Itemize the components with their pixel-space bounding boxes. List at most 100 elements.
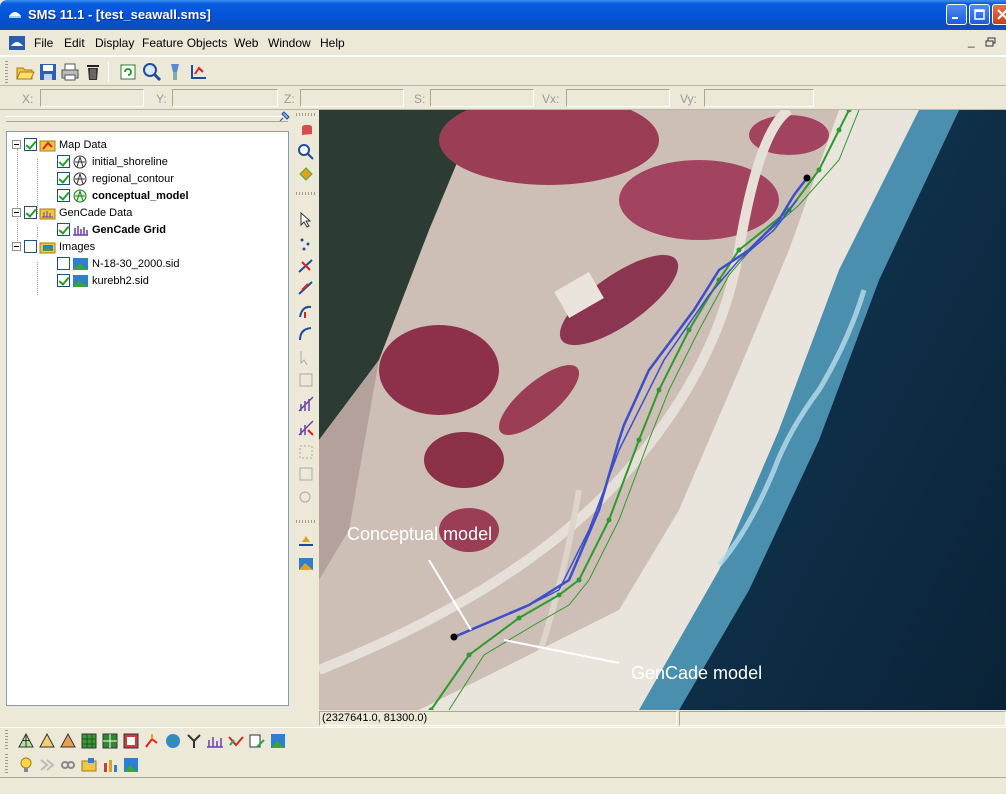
tree-node-initial-shoreline[interactable]: initial_shoreline xyxy=(57,153,168,170)
1d-grid-module-icon[interactable] xyxy=(205,731,225,751)
annotation-module-icon[interactable] xyxy=(247,731,267,751)
save-icon[interactable] xyxy=(37,61,59,83)
cartesian-grid-icon[interactable] xyxy=(79,731,99,751)
chart-icon[interactable] xyxy=(100,755,120,775)
menu-help[interactable]: Help xyxy=(320,36,345,50)
toolbar-grip[interactable] xyxy=(5,754,8,774)
visibility-checkbox[interactable] xyxy=(57,274,70,287)
tree-node-images[interactable]: Images xyxy=(12,238,95,255)
tree-node-map-data[interactable]: Map Data xyxy=(12,136,107,153)
visibility-checkbox[interactable] xyxy=(24,240,37,253)
create-arc-icon[interactable] xyxy=(296,256,316,276)
refresh-icon[interactable] xyxy=(117,61,139,83)
collapse-toggle[interactable] xyxy=(12,242,21,251)
toolbar-grip[interactable] xyxy=(5,730,8,750)
disabled-frame2-icon[interactable] xyxy=(296,464,316,484)
tree-node-image-n1830[interactable]: N-18-30_2000.sid xyxy=(57,255,179,272)
select-vertex-icon[interactable] xyxy=(296,302,316,322)
tree-node-conceptual-model[interactable]: conceptual_model xyxy=(57,187,189,204)
z-field[interactable] xyxy=(300,89,404,107)
scatter-module-icon[interactable] xyxy=(58,731,78,751)
visibility-checkbox[interactable] xyxy=(57,172,70,185)
open-icon[interactable] xyxy=(14,61,36,83)
delete-icon[interactable] xyxy=(82,61,104,83)
bulb-icon[interactable] xyxy=(16,755,36,775)
grid-cell-icon[interactable] xyxy=(296,394,316,414)
panel-grip[interactable] xyxy=(6,116,288,122)
visibility-checkbox[interactable] xyxy=(57,189,70,202)
grid-module-icon[interactable] xyxy=(37,731,57,751)
x-field[interactable] xyxy=(40,89,144,107)
create-curve-icon[interactable] xyxy=(296,324,316,344)
map-info-icon[interactable] xyxy=(296,554,316,574)
quadtree-icon[interactable] xyxy=(100,731,120,751)
collapse-toggle[interactable] xyxy=(12,208,21,217)
map-module-icon[interactable] xyxy=(142,731,162,751)
visibility-checkbox[interactable] xyxy=(57,223,70,236)
maximize-button[interactable] xyxy=(969,4,990,25)
tree-node-image-kurebh2[interactable]: kurebh2.sid xyxy=(57,272,149,289)
palette-grip[interactable] xyxy=(296,192,316,195)
elevation-icon[interactable] xyxy=(296,530,316,550)
mesh-module-icon[interactable] xyxy=(16,731,36,751)
display-options-icon[interactable] xyxy=(187,61,209,83)
grid-create-icon[interactable] xyxy=(296,418,316,438)
vy-field[interactable] xyxy=(704,89,814,107)
palette-grip[interactable] xyxy=(296,113,316,116)
tree-connector xyxy=(37,262,38,295)
zoom-tool-icon[interactable] xyxy=(296,142,316,162)
disabled-select-icon[interactable] xyxy=(296,348,316,368)
visibility-checkbox[interactable] xyxy=(57,155,70,168)
menu-web[interactable]: Web xyxy=(234,36,258,50)
visibility-checkbox[interactable] xyxy=(57,257,70,270)
select-point-icon[interactable] xyxy=(296,234,316,254)
project-icon[interactable] xyxy=(79,755,99,775)
tree-node-regional-contour[interactable]: regional_contour xyxy=(57,170,174,187)
menu-display[interactable]: Display xyxy=(95,36,134,50)
toolbar-grip[interactable] xyxy=(5,61,8,83)
map-view[interactable]: Conceptual model GenCade model xyxy=(319,110,1006,710)
tree-node-gencade-grid[interactable]: GenCade Grid xyxy=(57,221,166,238)
cross-section-icon[interactable] xyxy=(226,731,246,751)
y-field[interactable] xyxy=(172,89,278,107)
disabled-measure-icon[interactable] xyxy=(296,488,316,508)
tree-node-gencade-data[interactable]: GenCade Data xyxy=(12,204,132,221)
visibility-checkbox[interactable] xyxy=(24,138,37,151)
pan-icon[interactable] xyxy=(296,120,316,140)
collapse-toggle[interactable] xyxy=(12,140,21,149)
grid-icon xyxy=(73,225,88,236)
mdi-minimize-button[interactable]: _ xyxy=(968,34,975,48)
particle-module-icon[interactable] xyxy=(184,731,204,751)
select-feature-icon[interactable] xyxy=(296,210,316,230)
disabled-polygon-icon[interactable] xyxy=(296,370,316,390)
menu-edit[interactable]: Edit xyxy=(64,36,85,50)
disabled-frame-icon[interactable] xyxy=(296,442,316,462)
close-button[interactable] xyxy=(992,4,1006,25)
toolbar-separator xyxy=(108,62,109,82)
visibility-checkbox[interactable] xyxy=(24,206,37,219)
image-icon xyxy=(73,274,88,287)
gis-module-icon[interactable] xyxy=(163,731,183,751)
menu-file[interactable]: File xyxy=(34,36,53,50)
mdi-restore-icon[interactable] xyxy=(985,37,997,48)
vx-field[interactable] xyxy=(566,89,670,107)
s-field[interactable] xyxy=(430,89,534,107)
main-toolbar xyxy=(0,56,1006,86)
raster-icon[interactable] xyxy=(121,731,141,751)
aerial-image xyxy=(319,110,1006,710)
image-module-icon[interactable] xyxy=(268,731,288,751)
rotate-icon[interactable] xyxy=(296,164,316,184)
pin-icon[interactable] xyxy=(278,111,290,123)
image-layer-icon[interactable] xyxy=(121,755,141,775)
menu-window[interactable]: Window xyxy=(268,36,311,50)
link-icon[interactable] xyxy=(58,755,78,775)
minimize-button[interactable] xyxy=(946,4,967,25)
frame-icon[interactable] xyxy=(164,61,186,83)
step-forward-icon[interactable] xyxy=(37,755,57,775)
menu-feature-objects[interactable]: Feature Objects xyxy=(142,36,227,50)
bottom-status-bar xyxy=(0,777,1006,794)
select-arc-icon[interactable] xyxy=(296,278,316,298)
palette-grip[interactable] xyxy=(296,520,316,523)
zoom-extents-icon[interactable] xyxy=(141,61,163,83)
print-icon[interactable] xyxy=(59,61,81,83)
